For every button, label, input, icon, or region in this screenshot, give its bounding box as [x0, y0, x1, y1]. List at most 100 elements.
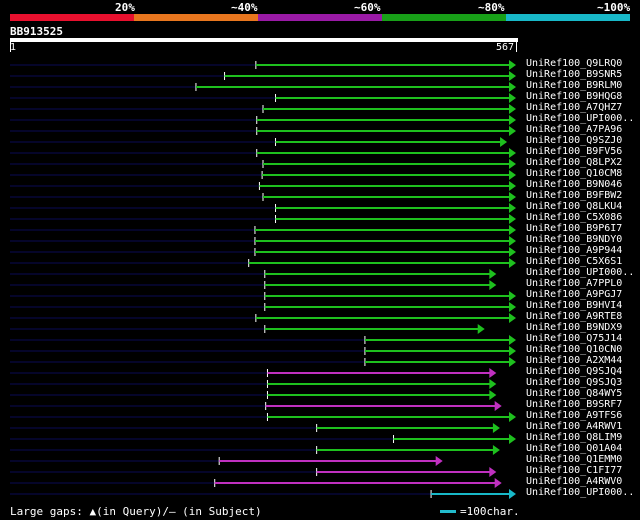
hit-label[interactable]: UniRef100_C5X6S1 [526, 256, 622, 267]
hit-label[interactable]: UniRef100_Q9LRQ0 [526, 58, 622, 69]
hit-row [10, 104, 516, 114]
hit-label[interactable]: UniRef100_B9HQG8 [526, 91, 622, 102]
hit-end-arrow [509, 203, 516, 213]
hit-label[interactable]: UniRef100_A9TFS6 [526, 410, 622, 421]
hit-end-arrow [509, 247, 516, 257]
hit-end-arrow [489, 368, 497, 378]
hit-label[interactable]: UniRef100_UPI000.. [526, 487, 634, 498]
hit-label[interactable]: UniRef100_Q84WY5 [526, 388, 622, 399]
hit-end-arrow [509, 313, 516, 323]
hit-end-arrow [489, 467, 497, 477]
hit-end-arrow [435, 456, 443, 466]
hit-row [10, 401, 502, 411]
hit-label[interactable]: UniRef100_B9NDX9 [526, 322, 622, 333]
hit-row [10, 291, 516, 301]
hit-label[interactable]: UniRef100_Q9SJQ3 [526, 377, 622, 388]
hit-end-arrow [509, 170, 516, 180]
hit-label[interactable]: UniRef100_B9FV56 [526, 146, 622, 157]
hit-label[interactable]: UniRef100_B9FBW2 [526, 190, 622, 201]
hit-row [10, 137, 508, 147]
hit-label[interactable]: UniRef100_A2XM44 [526, 355, 622, 366]
hit-row [10, 93, 516, 103]
hit-label[interactable]: UniRef100_Q8LKU4 [526, 201, 622, 212]
hit-end-arrow [509, 236, 516, 246]
hit-label[interactable]: UniRef100_Q8LIM9 [526, 432, 622, 443]
hit-row [10, 357, 516, 367]
hit-row [10, 192, 516, 202]
hit-label[interactable]: UniRef100_A9P944 [526, 245, 622, 256]
hit-end-arrow [509, 126, 516, 136]
hit-label[interactable]: UniRef100_UPI000.. [526, 267, 634, 278]
hit-label[interactable]: UniRef100_UPI000.. [526, 113, 634, 124]
hit-label[interactable]: UniRef100_B9HVI4 [526, 300, 622, 311]
hit-label[interactable]: UniRef100_A4RWV0 [526, 476, 622, 487]
hit-end-arrow [509, 434, 516, 444]
hit-label[interactable]: UniRef100_Q10CN0 [526, 344, 622, 355]
hit-end-arrow [509, 181, 516, 191]
hit-end-arrow [509, 225, 516, 235]
hit-label[interactable]: UniRef100_Q9SJQ4 [526, 366, 622, 377]
hit-row [10, 379, 497, 389]
hit-end-arrow [509, 115, 516, 125]
hit-label[interactable]: UniRef100_B9NDY0 [526, 234, 622, 245]
hit-label[interactable]: UniRef100_Q9SZJ0 [526, 135, 622, 146]
hit-row [10, 82, 516, 92]
hit-label[interactable]: UniRef100_Q75J14 [526, 333, 622, 344]
hit-end-arrow [492, 423, 500, 433]
hit-end-arrow [509, 346, 516, 356]
hit-row [10, 236, 516, 246]
hit-row [10, 203, 516, 213]
hit-label[interactable]: UniRef100_Q8LPX2 [526, 157, 622, 168]
hit-row [10, 115, 516, 125]
hit-label[interactable]: UniRef100_A4RWV1 [526, 421, 622, 432]
hit-row [10, 60, 516, 70]
hit-label[interactable]: UniRef100_C1FI77 [526, 465, 622, 476]
hit-end-arrow [509, 302, 516, 312]
hit-label[interactable]: UniRef100_B9SNR5 [526, 69, 622, 80]
hit-end-arrow [509, 192, 516, 202]
scale-bar [440, 510, 456, 513]
hit-end-arrow [500, 137, 508, 147]
hit-row [10, 214, 516, 224]
hit-row [10, 368, 497, 378]
hit-label[interactable]: UniRef100_Q10CM8 [526, 168, 622, 179]
hit-row [10, 159, 516, 169]
hit-label[interactable]: UniRef100_C5X086 [526, 212, 622, 223]
hit-row [10, 258, 516, 268]
hit-end-arrow [509, 60, 516, 70]
hit-end-arrow [509, 214, 516, 224]
hit-end-arrow [492, 445, 500, 455]
hit-row [10, 225, 516, 235]
hit-row [10, 467, 497, 477]
hit-end-arrow [489, 269, 497, 279]
hit-label[interactable]: UniRef100_B9RLM0 [526, 80, 622, 91]
hit-row [10, 302, 516, 312]
hit-label[interactable]: UniRef100_A7QHZ7 [526, 102, 622, 113]
hit-label[interactable]: UniRef100_Q01A04 [526, 443, 622, 454]
hit-row [10, 247, 516, 257]
hit-end-arrow [509, 335, 516, 345]
hit-label[interactable]: UniRef100_Q1EMM0 [526, 454, 622, 465]
hit-label[interactable]: UniRef100_A9RTE8 [526, 311, 622, 322]
hit-end-arrow [509, 489, 516, 499]
hit-label[interactable]: UniRef100_B9N046 [526, 179, 622, 190]
hit-end-arrow [494, 478, 502, 488]
hit-end-arrow [509, 148, 516, 158]
scale-label: =100char. [460, 505, 520, 518]
hit-row [10, 390, 497, 400]
hit-row [10, 324, 485, 334]
hit-label[interactable]: UniRef100_A7PA96 [526, 124, 622, 135]
hit-label[interactable]: UniRef100_A7PPL0 [526, 278, 622, 289]
hit-row [10, 434, 516, 444]
hit-row [10, 280, 497, 290]
hit-label[interactable]: UniRef100_B9SRF7 [526, 399, 622, 410]
hit-row [10, 148, 516, 158]
hit-row [10, 423, 500, 433]
large-gaps-legend: Large gaps: ▲(in Query)/— (in Subject) [10, 505, 262, 518]
hit-end-arrow [489, 379, 497, 389]
hit-row [10, 346, 516, 356]
hit-end-arrow [509, 71, 516, 81]
hit-row [10, 412, 516, 422]
hit-label[interactable]: UniRef100_A9PGJ7 [526, 289, 622, 300]
hit-label[interactable]: UniRef100_B9P6I7 [526, 223, 622, 234]
